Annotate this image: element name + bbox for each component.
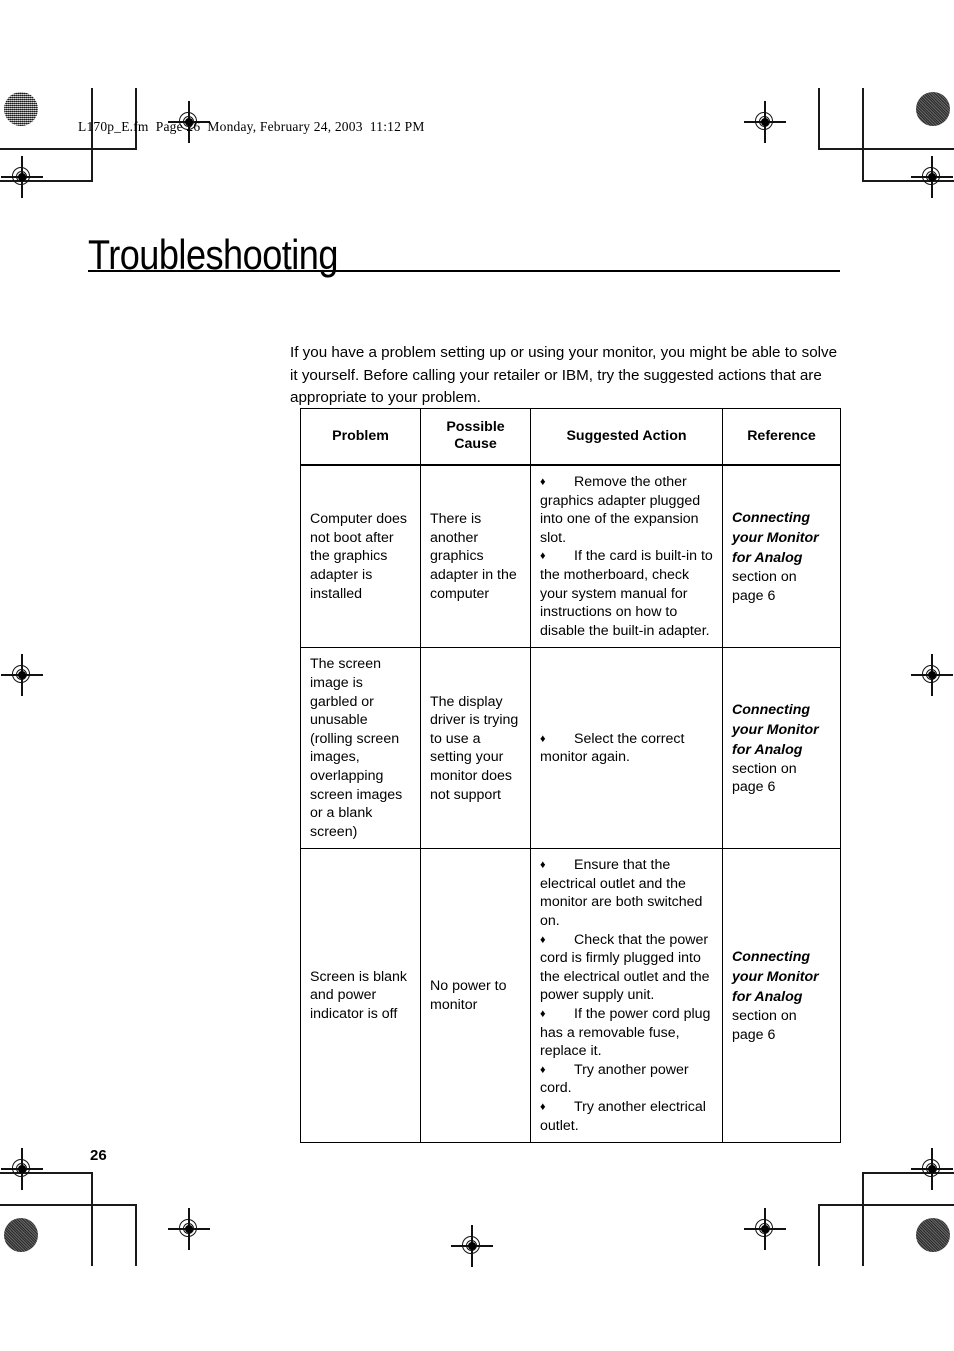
diamond-bullet-icon: ♦ — [540, 550, 546, 563]
registration-target-icon — [1, 654, 43, 696]
title-divider — [88, 270, 840, 272]
framemaker-file-header: L170p_E.fm Page 26 Monday, February 24, … — [78, 119, 425, 134]
diamond-bullet-icon: ♦ — [540, 1008, 546, 1021]
column-header-problem: Problem — [300, 408, 421, 466]
density-patch-icon — [916, 1218, 950, 1252]
diamond-bullet-icon: ♦ — [540, 859, 546, 872]
reference-section-page: section on page 6 — [732, 760, 797, 796]
table-row: Screen is blank and power indicator is o… — [300, 848, 841, 1144]
cell-problem: Computer does not boot after the graphic… — [300, 464, 421, 649]
registration-target-icon — [911, 1148, 953, 1190]
action-bullet-item: ♦ Select the correct monitor again. — [540, 730, 713, 767]
crop-mark-icon — [135, 1204, 137, 1266]
cell-problem: Screen is blank and power indicator is o… — [300, 848, 421, 1144]
registration-target-icon — [911, 156, 953, 198]
cell-suggested-action: ♦ Ensure that the electrical outlet and t… — [530, 848, 723, 1144]
action-bullet-item: ♦ If the card is built-in to the motherbo… — [540, 547, 713, 640]
registration-target-icon — [1, 156, 43, 198]
density-patch-icon — [4, 1218, 38, 1252]
cell-suggested-action: ♦ Remove the other graphics adapter plugg… — [530, 464, 723, 649]
reference-section-title: Connecting your Monitor for Analog — [732, 701, 819, 758]
diamond-bullet-icon: ♦ — [540, 1101, 546, 1113]
cell-possible-cause: The display driver is trying to use a se… — [420, 647, 531, 850]
column-header-reference: Reference — [722, 408, 841, 466]
registration-target-icon — [168, 1208, 210, 1250]
action-bullet-item: ♦ Check that the power cord is firmly plu… — [540, 931, 713, 1005]
registration-target-icon — [451, 1225, 493, 1267]
density-patch-icon — [916, 92, 950, 126]
page-number: 26 — [90, 1147, 107, 1164]
action-bullet-item: ♦ Try another power cord. — [540, 1061, 713, 1098]
table-row: Computer does not boot after the graphic… — [300, 464, 841, 649]
crop-mark-icon — [91, 1172, 93, 1266]
registration-target-icon — [1, 1148, 43, 1190]
table-header: Problem Possible Cause Suggested Action R… — [300, 408, 841, 466]
crop-mark-icon — [91, 88, 93, 182]
diamond-bullet-icon: ♦ — [540, 732, 546, 745]
crop-mark-icon — [818, 148, 954, 150]
crop-mark-icon — [862, 1172, 864, 1266]
table-header-row: Problem Possible Cause Suggested Action R… — [300, 408, 841, 466]
table-row: The screen image is garbled or unusable … — [300, 647, 841, 850]
registration-target-icon — [911, 654, 953, 696]
table-body: Computer does not boot after the graphic… — [300, 464, 841, 1144]
cell-possible-cause: No power to monitor — [420, 848, 531, 1144]
intro-paragraph: If you have a problem setting up or usin… — [290, 344, 838, 406]
crop-mark-icon — [862, 88, 864, 182]
cell-reference: Connecting your Monitor for Analog sectio… — [722, 647, 841, 850]
registration-target-icon — [744, 101, 786, 143]
action-bullet-item: ♦ Ensure that the electrical outlet and t… — [540, 856, 713, 930]
troubleshooting-table-wrapper: Problem Possible Cause Suggested Action R… — [300, 408, 841, 1144]
reference-section-page: section on page 6 — [732, 1008, 797, 1043]
crop-mark-icon — [0, 1204, 136, 1206]
reference-section-page: section on page 6 — [732, 569, 797, 604]
action-bullet-item: ♦ Remove the other graphics adapter plugg… — [540, 473, 713, 547]
crop-mark-icon — [818, 1204, 820, 1266]
cell-possible-cause: There is another graphics adapter in the… — [420, 464, 531, 649]
action-bullet-item: ♦ If the power cord plug has a removable … — [540, 1005, 713, 1061]
action-bullet-item: ♦ Try another electrical outlet. — [540, 1098, 713, 1135]
density-patch-icon — [4, 92, 38, 126]
crop-mark-icon — [0, 148, 136, 150]
reference-section-title: Connecting your Monitor for Analog — [732, 510, 819, 567]
cell-problem: The screen image is garbled or unusable … — [300, 647, 421, 850]
cell-reference: Connecting your Monitor for Analog sectio… — [722, 464, 841, 649]
diamond-bullet-icon: ♦ — [540, 933, 546, 946]
diamond-bullet-icon: ♦ — [540, 1063, 546, 1076]
crop-mark-icon — [818, 88, 820, 150]
column-header-cause: Possible Cause — [420, 408, 531, 466]
cell-reference: Connecting your Monitor for Analog sectio… — [722, 848, 841, 1144]
registration-target-icon — [744, 1208, 786, 1250]
cell-suggested-action: ♦ Select the correct monitor again. — [530, 647, 723, 850]
reference-section-title: Connecting your Monitor for Analog — [732, 949, 819, 1006]
column-header-action: Suggested Action — [530, 408, 723, 466]
troubleshooting-table: Problem Possible Cause Suggested Action R… — [300, 408, 841, 1144]
diamond-bullet-icon: ♦ — [540, 476, 546, 488]
crop-mark-icon — [818, 1204, 954, 1206]
